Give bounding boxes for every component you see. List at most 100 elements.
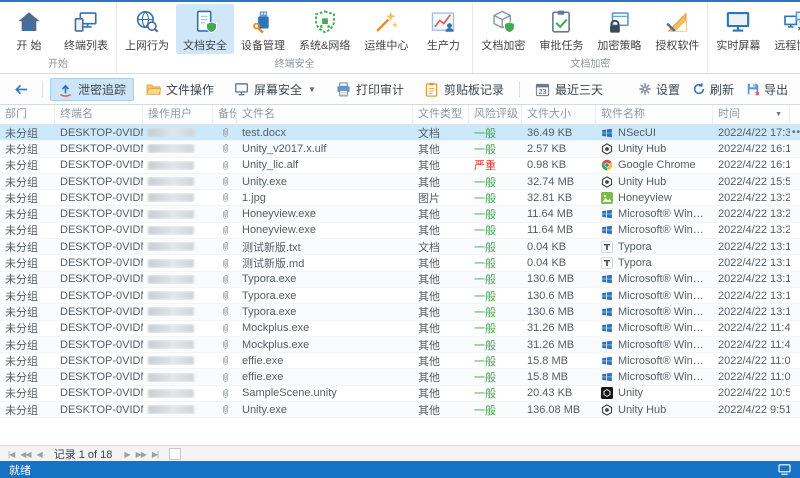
table-row[interactable]: 未分组 DESKTOP-0VIDMDJ Typora.exe 其他 一般 130… <box>0 288 800 305</box>
ribbon-item-encrypt[interactable]: 文档加密 <box>474 4 532 54</box>
table-row[interactable]: 未分组 DESKTOP-0VIDMDJ Mockplus.exe 其他 一般 3… <box>0 336 800 354</box>
back-button[interactable] <box>6 80 37 99</box>
toolbar-button-leak-trace[interactable]: 泄密追踪 <box>50 77 135 101</box>
table-row[interactable]: 未分组 DESKTOP-0VIDMDJ effie.exe 其他 一般 15.8… <box>0 353 800 370</box>
sub-toolbar: 泄密追踪 文件操作 屏幕安全 ▼ 打印审计 剪贴板记录 最近三天 设置 刷新 导… <box>0 74 800 105</box>
ribbon-group-label: 文档加密 <box>570 59 611 70</box>
table-row[interactable]: 未分组 DESKTOP-0VIDMDJ Typora.exe 其他 一般 130… <box>0 271 800 288</box>
table-row[interactable]: 未分组 DESKTOP-0VIDMDJ effie.exe 其他 一般 15.8… <box>0 369 800 386</box>
cell-terminal: DESKTOP-0VIDMDJ <box>60 289 143 302</box>
table-row[interactable]: 未分组 DESKTOP-0VIDMDJ Unity.exe 其他 一般 136.… <box>0 402 800 419</box>
table-row[interactable]: 未分组 DESKTOP-0VIDMDJ Unity.exe 其他 一般 32.7… <box>0 173 800 191</box>
ribbon-item-screen[interactable]: 实时屏幕 <box>709 4 767 54</box>
table-row[interactable]: 未分组 DESKTOP-0VIDMDJ Honeyview.exe 其他 一般 … <box>0 206 800 223</box>
toolbar-button-screen-security[interactable]: 屏幕安全 ▼ <box>226 78 324 101</box>
cell-filesize: 136.08 MB <box>527 403 581 416</box>
cell-backup[interactable] <box>213 290 237 301</box>
cell-backup[interactable] <box>213 404 237 415</box>
ribbon-item-network[interactable]: 系统&网络 <box>292 4 357 54</box>
ribbon-item-doc-security[interactable]: 文档安全 <box>176 4 234 54</box>
cell-backup[interactable] <box>213 306 237 317</box>
cell-backup[interactable] <box>213 225 237 236</box>
table-row[interactable]: 未分组 DESKTOP-0VIDMDJ 测试新版.md 其他 一般 0.04 K… <box>0 255 800 272</box>
table-row[interactable]: 未分组 DESKTOP-0VIDMDJ Typora.exe 其他 一般 130… <box>0 304 800 321</box>
cell-backup[interactable] <box>213 241 237 252</box>
ribbon-item-productivity[interactable]: 生产力 <box>415 4 471 54</box>
cell-backup[interactable] <box>213 160 237 171</box>
ribbon-item-web-activity[interactable]: 上网行为 <box>118 4 176 54</box>
approval-icon <box>548 8 574 35</box>
action-refresh[interactable]: 刷新 <box>692 81 734 98</box>
column-header-4[interactable]: 备份 <box>213 105 237 124</box>
cell-backup[interactable] <box>213 258 237 269</box>
cell-backup[interactable] <box>213 388 237 399</box>
cell-backup[interactable] <box>213 372 237 383</box>
cell-backup[interactable] <box>213 209 237 220</box>
column-header-8[interactable]: 文件大小 <box>522 105 596 124</box>
fast-next-icon[interactable]: ▶▶ <box>133 450 149 459</box>
last-page-icon[interactable]: ▶| <box>149 450 161 459</box>
cell-backup[interactable] <box>213 192 237 203</box>
toolbar-button-clipboard-records[interactable]: 剪贴板记录 <box>416 78 512 101</box>
next-page-icon[interactable]: ▶ <box>121 450 132 459</box>
cell-department: 未分组 <box>5 176 38 189</box>
cell-time: 2022/4/22 16:16:25 <box>718 159 790 172</box>
column-header-9[interactable]: 软件名称 <box>596 105 713 124</box>
cell-backup[interactable] <box>213 274 237 285</box>
windows-icon <box>601 290 613 302</box>
windows-icon <box>601 306 613 318</box>
unityhub-icon <box>601 404 613 416</box>
action-export[interactable]: 导出 <box>746 81 788 98</box>
cell-time: 2022/4/22 16:18:03 <box>718 142 790 155</box>
ribbon-item-ops[interactable]: 运维中心 <box>357 4 415 54</box>
windows-icon <box>601 355 613 367</box>
table-row[interactable]: 未分组 DESKTOP-0VIDMDJ Unity_v2017.x.ulf 其他… <box>0 141 800 158</box>
ribbon-item-approval[interactable]: 审批任务 <box>532 4 590 54</box>
toolbar-button-calendar[interactable]: 最近三天 <box>527 78 611 101</box>
ribbon-item-home[interactable]: 开 始 <box>1 4 57 54</box>
prev-page-icon[interactable]: ◀ <box>34 450 45 459</box>
cell-time: 2022/4/22 11:43:37 <box>718 338 790 351</box>
column-header-5[interactable]: 文件名 <box>237 105 413 124</box>
column-header-3[interactable]: 操作用户 <box>143 105 213 124</box>
cell-backup[interactable] <box>213 339 237 350</box>
ribbon-item-device[interactable]: 设备管理 <box>234 4 292 54</box>
table-row[interactable]: 未分组 DESKTOP-0VIDMDJ Unity_lic.alf 其他 严重 … <box>0 158 800 174</box>
table-row[interactable]: 未分组 DESKTOP-0VIDMDJ Mockplus.exe 其他 一般 3… <box>0 321 800 337</box>
column-header-2[interactable]: 终端名 <box>55 105 143 124</box>
column-header-1[interactable]: 部门 <box>0 105 55 124</box>
cell-backup[interactable] <box>213 176 237 187</box>
filter-dropdown-icon[interactable]: ▼ <box>775 105 784 124</box>
toolbar-button-print-audit[interactable]: 打印审计 <box>328 78 412 101</box>
table-row[interactable]: 未分组 DESKTOP-0VIDMDJ 1.jpg 图片 一般 32.81 KB… <box>0 190 800 207</box>
cell-filetype: 其他 <box>418 258 440 271</box>
ribbon-item-terminal-list[interactable]: 终端列表 <box>57 4 115 54</box>
table-row[interactable]: 未分组 DESKTOP-0VIDMDJ 测试新版.txt 文档 一般 0.04 … <box>0 239 800 256</box>
ribbon-item-policy[interactable]: 加密策略 <box>590 4 648 54</box>
refresh-icon <box>692 82 706 96</box>
table-row[interactable]: 未分组 DESKTOP-0VIDMDJ test.docx 文档 一般 36.4… <box>0 125 800 142</box>
cell-backup[interactable] <box>213 143 237 154</box>
first-page-icon[interactable]: |◀ <box>5 450 17 459</box>
row-more-button[interactable]: ••• <box>790 127 800 138</box>
ops-icon <box>373 8 399 35</box>
table-row[interactable]: 未分组 DESKTOP-0VIDMDJ SampleScene.unity 其他… <box>0 386 800 403</box>
column-header-10[interactable]: 时间 ▼ <box>713 105 790 124</box>
toolbar-button-file-ops[interactable]: 文件操作 <box>138 78 222 101</box>
paperclip-icon <box>220 127 231 138</box>
cell-operator-user <box>143 274 213 284</box>
fast-prev-icon[interactable]: ◀◀ <box>17 450 33 459</box>
cell-filename: Typora.exe <box>242 273 297 286</box>
pager-extra-button[interactable] <box>169 447 182 460</box>
ribbon-item-remote[interactable]: 远程协助 <box>767 4 800 54</box>
column-header-6[interactable]: 文件类型 <box>413 105 469 124</box>
ribbon-item-license[interactable]: 授权软件 <box>648 4 706 54</box>
cell-backup[interactable] <box>213 323 237 334</box>
notification-icon[interactable] <box>778 464 791 475</box>
column-header-7[interactable]: 风险评级 <box>469 105 522 124</box>
cell-backup[interactable] <box>213 127 237 138</box>
cell-backup[interactable] <box>213 355 237 366</box>
table-row[interactable]: 未分组 DESKTOP-0VIDMDJ Honeyview.exe 其他 一般 … <box>0 223 800 240</box>
action-gear[interactable]: 设置 <box>638 81 680 98</box>
cell-department: 未分组 <box>5 339 38 352</box>
